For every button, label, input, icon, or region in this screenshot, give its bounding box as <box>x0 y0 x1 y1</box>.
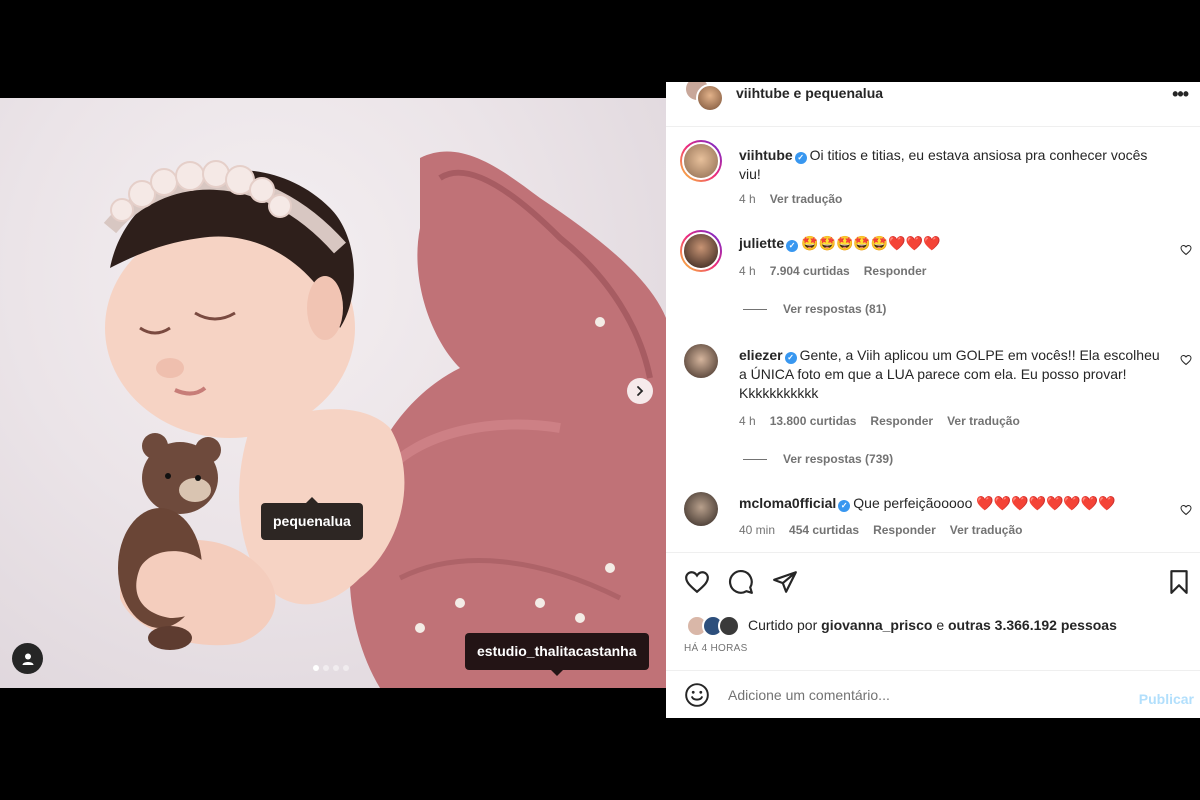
comment-likes[interactable]: 454 curtidas <box>789 523 859 537</box>
translate-link[interactable]: Ver tradução <box>770 192 843 206</box>
like-comment-heart-icon[interactable] <box>1180 504 1192 516</box>
liked-by-avatars[interactable] <box>686 615 742 637</box>
header-avatars[interactable] <box>684 82 724 116</box>
publish-button[interactable]: Publicar <box>1139 691 1194 707</box>
view-replies-link[interactable]: Ver respostas (739) <box>743 452 893 466</box>
verified-badge-icon: ✓ <box>794 152 807 164</box>
avatar[interactable] <box>684 344 718 378</box>
comment-username[interactable]: eliezer <box>739 347 783 363</box>
avatar <box>718 615 740 637</box>
comment-emoji: ❤️❤️❤️❤️❤️❤️❤️❤️ <box>976 495 1116 511</box>
verified-badge-icon: ✓ <box>838 500 851 512</box>
comment-text-block: mcloma0fficial ✓ Que perfeiçãooooo ❤️❤️❤️❤… <box>739 494 1171 513</box>
comment-meta: 4 h 13.800 curtidas Responder Ver tradução <box>739 414 1034 428</box>
translate-link[interactable]: Ver tradução <box>950 523 1023 537</box>
avatar[interactable] <box>684 492 718 526</box>
comment-likes[interactable]: 13.800 curtidas <box>770 414 857 428</box>
carousel-dot <box>333 665 339 671</box>
share-direct-icon[interactable] <box>772 569 798 595</box>
comment-meta: 40 min 454 curtidas Responder Ver tradução <box>739 523 1036 537</box>
post-photo[interactable]: pequenalua estudio_thalitacastanha <box>0 98 666 688</box>
liked-by-prefix: Curtido por <box>748 617 818 633</box>
liked-by-user[interactable]: giovanna_prisco <box>821 617 932 633</box>
comment-time: 4 h <box>739 414 756 428</box>
comment-text-block: juliette ✓ 🤩🤩🤩🤩🤩❤️❤️❤️ <box>739 234 1171 253</box>
avatar[interactable] <box>680 140 722 182</box>
comment-input[interactable] <box>728 684 1108 706</box>
add-comment-bar: Publicar <box>666 670 1200 718</box>
chevron-right-icon <box>637 386 644 396</box>
carousel-indicator <box>313 665 349 671</box>
verified-badge-icon: ✓ <box>784 352 797 364</box>
comment-icon[interactable] <box>728 569 754 595</box>
post-timestamp[interactable]: HÁ 4 HORAS <box>684 643 748 654</box>
comment-username[interactable]: mcloma0fficial <box>739 495 836 511</box>
liked-by-connector: e <box>936 617 945 633</box>
post-author-names[interactable]: viihtube e pequenalua <box>736 85 883 101</box>
view-replies-link[interactable]: Ver respostas (81) <box>743 302 886 316</box>
post-side-panel: viihtube e pequenalua ••• viihtube ✓ Oi ti… <box>666 82 1200 718</box>
like-comment-heart-icon[interactable] <box>1180 354 1192 366</box>
avatar[interactable] <box>680 230 722 272</box>
comment-likes[interactable]: 7.904 curtidas <box>770 264 850 278</box>
comment-text-block: eliezer ✓ Gente, a Viih aplicou um GOLPE e… <box>739 346 1171 403</box>
caption-username[interactable]: viihtube <box>739 147 793 163</box>
reply-link[interactable]: Responder <box>864 264 927 278</box>
caption-text-block: viihtube ✓ Oi titios e titias, eu estava a… <box>739 146 1171 184</box>
comment-username[interactable]: juliette <box>739 235 784 251</box>
carousel-dot <box>343 665 349 671</box>
comment-emoji: 🤩🤩🤩🤩🤩❤️❤️❤️ <box>801 235 941 251</box>
comment-time: 40 min <box>739 523 776 537</box>
avatar <box>696 84 724 112</box>
comment-text: Gente, a Viih aplicou um GOLPE em vocês!… <box>739 347 1160 401</box>
more-options-icon[interactable]: ••• <box>1172 84 1189 105</box>
carousel-dot <box>313 665 319 671</box>
reply-link[interactable]: Responder <box>870 414 933 428</box>
liked-by-others[interactable]: outras 3.366.192 pessoas <box>948 617 1117 633</box>
comment-meta: 4 h 7.904 curtidas Responder <box>739 264 940 278</box>
caption-time: 4 h <box>739 192 756 206</box>
post-header: viihtube e pequenalua ••• <box>666 82 1200 127</box>
comment-text: Que perfeiçãooooo <box>853 495 973 511</box>
baby-photo-illustration <box>103 151 666 688</box>
user-icon <box>22 653 33 665</box>
photo-user-tag[interactable]: estudio_thalitacastanha <box>465 633 649 676</box>
tagged-users-button[interactable] <box>12 643 43 674</box>
liked-by-summary[interactable]: Curtido por giovanna_prisco e outras 3.3… <box>748 617 1117 633</box>
verified-badge-icon: ✓ <box>786 240 799 252</box>
like-heart-icon[interactable] <box>684 569 710 595</box>
emoji-smiley-icon[interactable] <box>684 682 710 708</box>
reply-link[interactable]: Responder <box>873 523 936 537</box>
translate-link[interactable]: Ver tradução <box>947 414 1020 428</box>
carousel-dot <box>323 665 329 671</box>
save-bookmark-icon[interactable] <box>1166 569 1192 595</box>
carousel-next-button[interactable] <box>627 378 653 404</box>
photo-user-tag[interactable]: pequenalua <box>261 497 363 540</box>
comment-time: 4 h <box>739 264 756 278</box>
like-comment-heart-icon[interactable] <box>1180 244 1192 256</box>
caption-meta: 4 h Ver tradução <box>739 192 856 206</box>
